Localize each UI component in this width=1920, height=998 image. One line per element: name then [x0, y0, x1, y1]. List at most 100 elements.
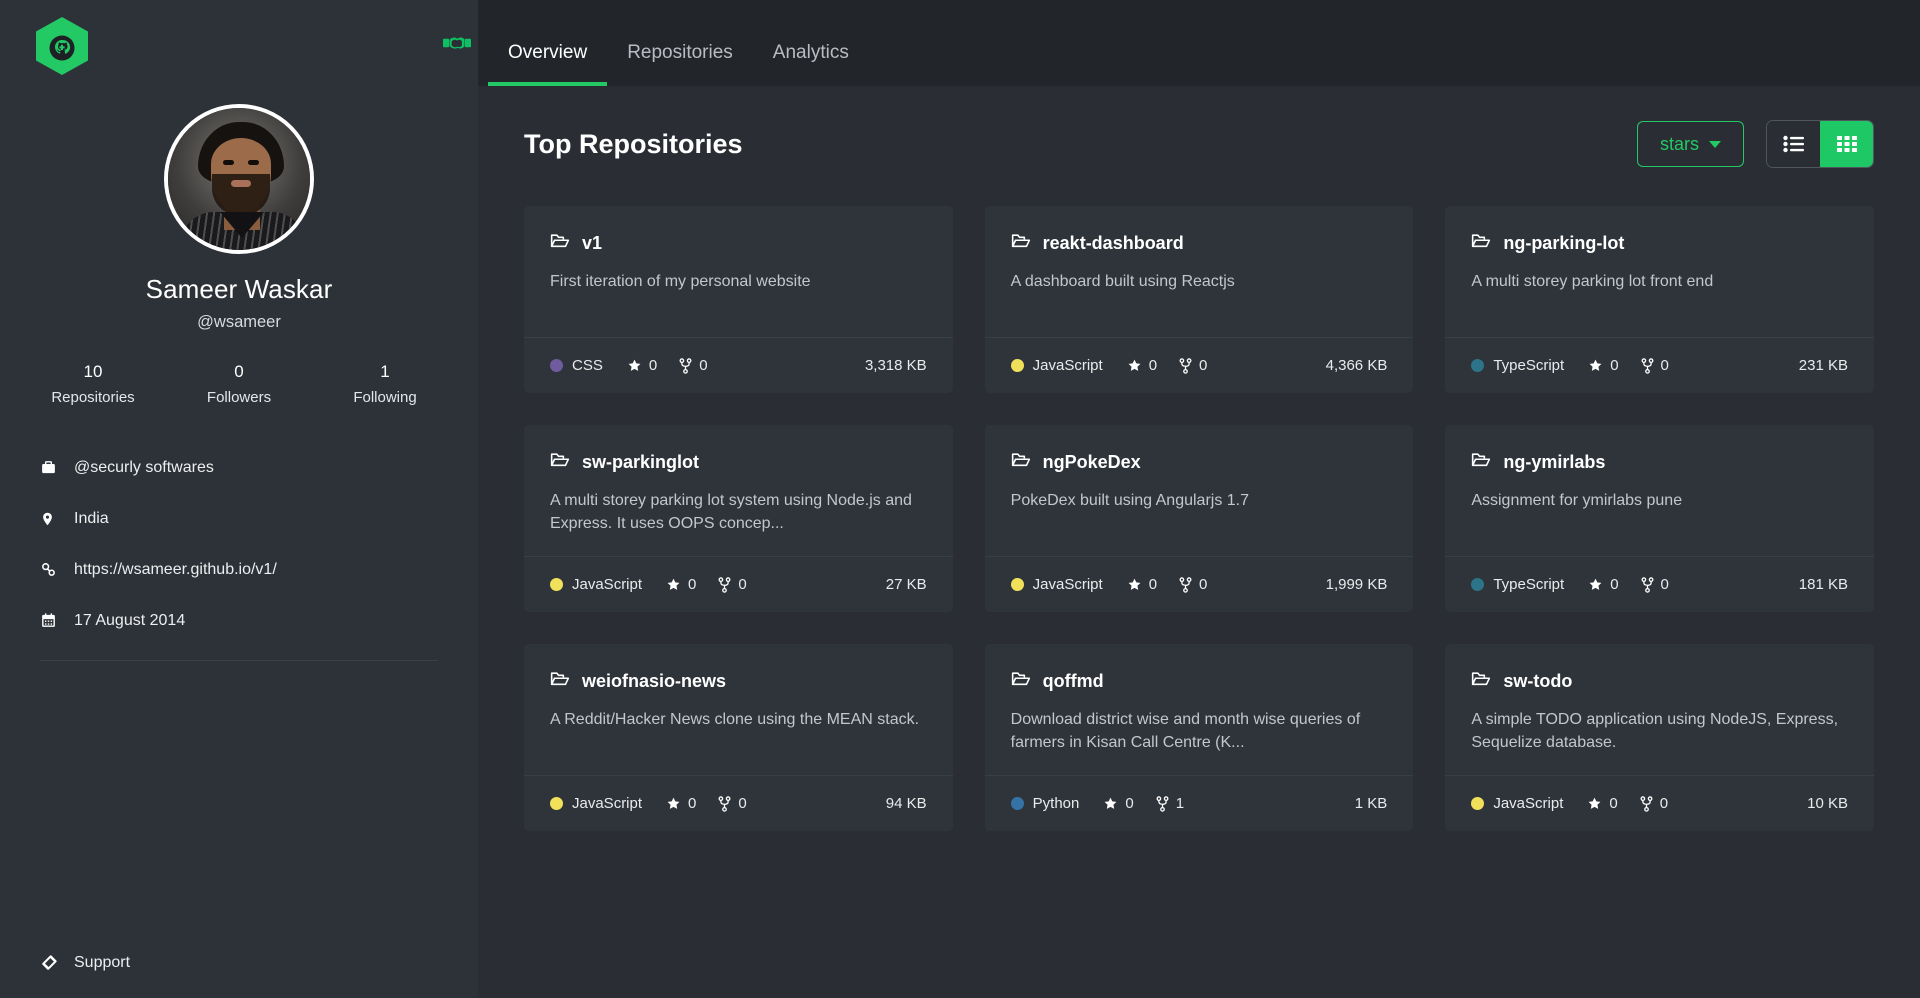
language-color-dot: [1010, 359, 1024, 372]
repository-size: 1 KB: [1354, 795, 1388, 812]
star-icon: [1128, 578, 1141, 590]
repository-size: 231 KB: [1798, 357, 1848, 374]
repository-size: 3,318 KB: [864, 357, 927, 374]
repository-card-footer: JavaScript 0 0 10 KB: [1445, 775, 1874, 831]
repository-card-sw-parkinglot[interactable]: sw-parkinglot A multi storey parking lot…: [524, 425, 953, 612]
repository-forks: 0: [1641, 576, 1669, 593]
stars-count: 0: [1610, 357, 1619, 374]
repository-stars: 0: [627, 357, 657, 374]
stars-count: 0: [688, 576, 697, 593]
top-navigation: Overview Repositories Analytics: [443, 0, 1920, 86]
language-color-dot: [1471, 578, 1485, 591]
tab-analytics[interactable]: Analytics: [753, 42, 869, 86]
repository-forks: 0: [718, 576, 747, 593]
repository-description: A Reddit/Hacker News clone using the MEA…: [550, 711, 920, 728]
meta-website[interactable]: https://wsameer.github.io/v1/: [40, 544, 438, 595]
repository-forks: 0: [1179, 357, 1207, 374]
repository-language: CSS: [550, 357, 603, 374]
repository-card-footer: JavaScript 0 0 1,999 KB: [984, 556, 1414, 612]
calendar-icon: [40, 612, 74, 629]
star-icon: [667, 797, 680, 809]
repository-card-footer: TypeScript 0 0 231 KB: [1445, 337, 1874, 393]
language-color-dot: [550, 359, 563, 372]
repository-card-body: sw-parkinglot A multi storey parking lot…: [524, 425, 953, 556]
fork-icon: [1641, 576, 1654, 593]
grid-view-button[interactable]: [1820, 121, 1873, 167]
repository-title-row: sw-parkinglot: [550, 451, 927, 473]
meta-text: https://wsameer.github.io/v1/: [74, 560, 277, 578]
stat-followers[interactable]: 0 Followers: [166, 362, 312, 406]
stars-count: 0: [1148, 576, 1158, 593]
repository-card-body: ng-parking-lot A multi storey parking lo…: [1445, 206, 1874, 337]
tab-overview[interactable]: Overview: [488, 42, 608, 86]
sort-dropdown-button[interactable]: stars: [1636, 121, 1744, 167]
fork-icon: [718, 576, 731, 593]
support-link[interactable]: Support: [40, 953, 130, 972]
language-color-dot: [1010, 578, 1024, 591]
forks-count: 0: [1199, 576, 1208, 593]
repository-card-sw-todo[interactable]: sw-todo A simple TODO application using …: [1445, 644, 1874, 831]
repository-card-reakt-dashboard[interactable]: reakt-dashboard A dashboard built using …: [984, 206, 1414, 393]
fork-icon: [679, 357, 692, 374]
repository-name: ng-parking-lot: [1503, 232, 1625, 253]
repository-language: JavaScript: [1471, 795, 1563, 812]
header-controls: stars: [1636, 120, 1874, 168]
repository-card-qoffmd[interactable]: qoffmd Download district wise and month …: [984, 644, 1414, 831]
repository-forks: 0: [1640, 795, 1668, 812]
repository-card-weiofnasio-news[interactable]: weiofnasio-news A Reddit/Hacker News clo…: [524, 644, 953, 831]
stat-following[interactable]: 1 Following: [312, 362, 458, 406]
avatar-wrapper: [0, 104, 478, 254]
folder-icon: [1011, 670, 1031, 692]
language-name: TypeScript: [1493, 576, 1565, 593]
repository-size: 27 KB: [885, 576, 927, 593]
github-hexagon-logo[interactable]: [36, 17, 88, 75]
repository-title-row: weiofnasio-news: [550, 670, 927, 692]
repository-card-ngPokeDex[interactable]: ngPokeDex PokeDex built using Angularjs …: [984, 425, 1414, 612]
stars-count: 0: [688, 795, 697, 812]
app-root: Sameer Waskar @wsameer 10 Repositories 0…: [0, 0, 1920, 998]
repository-card-footer: CSS 0 0 3,318 KB: [524, 337, 953, 393]
language-name: Python: [1032, 795, 1080, 812]
repository-card-body: ng-ymirlabs Assignment for ymirlabs pune: [1445, 425, 1874, 556]
repository-size: 94 KB: [885, 795, 927, 812]
briefcase-icon: [40, 459, 74, 476]
language-color-dot: [1010, 797, 1024, 810]
list-view-button[interactable]: [1767, 121, 1820, 167]
fork-icon: [1640, 795, 1653, 812]
repository-card-body: weiofnasio-news A Reddit/Hacker News clo…: [524, 644, 953, 775]
stars-count: 0: [648, 357, 658, 374]
repository-card-ng-parking-lot[interactable]: ng-parking-lot A multi storey parking lo…: [1445, 206, 1874, 393]
tab-repositories[interactable]: Repositories: [607, 42, 753, 86]
content-header: Top Repositories stars: [524, 120, 1874, 168]
repository-description: A multi storey parking lot front end: [1471, 273, 1714, 290]
repository-stars: 0: [1587, 795, 1618, 812]
repository-stars: 0: [1588, 357, 1619, 374]
link-icon: [40, 561, 74, 578]
stars-count: 0: [1610, 576, 1619, 593]
repository-card-ng-ymirlabs[interactable]: ng-ymirlabs Assignment for ymirlabs pune…: [1445, 425, 1874, 612]
repository-title-row: ng-ymirlabs: [1471, 451, 1848, 473]
repository-size: 4,366 KB: [1325, 357, 1388, 374]
repository-card-body: qoffmd Download district wise and month …: [985, 644, 1414, 775]
repository-stars: 0: [1103, 795, 1134, 812]
stat-label: Following: [353, 389, 417, 406]
language-color-dot: [1471, 359, 1485, 372]
logo-row: [0, 0, 478, 92]
folder-icon: [1471, 451, 1491, 473]
meta-text: @securly softwares: [74, 458, 214, 476]
language-color-dot: [550, 797, 563, 810]
folder-icon: [550, 670, 570, 692]
fork-icon: [718, 795, 731, 812]
sidebar-divider: [40, 660, 438, 661]
grid-view-icon: [1836, 136, 1857, 152]
repository-card-v1[interactable]: v1 First iteration of my personal websit…: [524, 206, 953, 393]
repository-title-row: ng-parking-lot: [1471, 232, 1848, 254]
stat-repositories[interactable]: 10 Repositories: [20, 362, 166, 406]
repository-name: ng-ymirlabs: [1503, 451, 1606, 472]
star-icon: [1128, 359, 1141, 371]
fork-icon: [1641, 357, 1654, 374]
language-name: JavaScript: [572, 795, 643, 812]
repository-name: v1: [582, 232, 603, 253]
repository-size: 181 KB: [1798, 576, 1848, 593]
repository-size: 10 KB: [1807, 795, 1848, 812]
